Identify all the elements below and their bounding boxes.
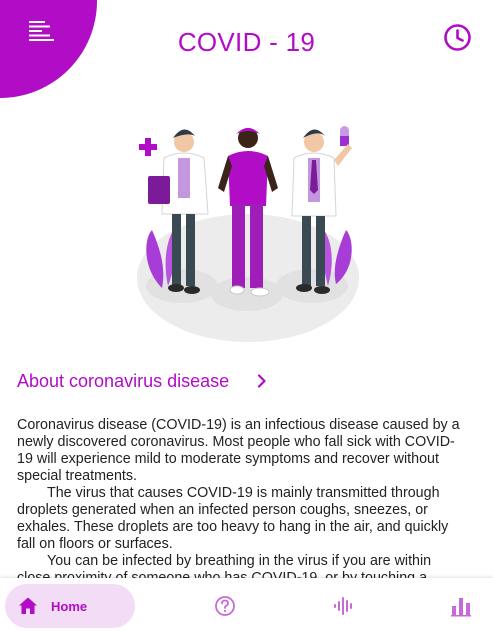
about-coronavirus-link[interactable]: About coronavirus disease xyxy=(17,368,269,394)
home-icon xyxy=(19,597,37,614)
article-paragraph-2: The virus that causes COVID-19 is mainly… xyxy=(17,485,449,552)
nav-home-button[interactable]: Home xyxy=(5,584,135,628)
chevron-right-icon[interactable] xyxy=(255,374,269,388)
doctors-illustration xyxy=(137,126,359,342)
clock-icon[interactable] xyxy=(443,23,472,52)
article-paragraph-1: Coronavirus disease (COVID-19) is an inf… xyxy=(17,417,460,484)
bar-chart-icon[interactable] xyxy=(450,595,472,617)
section-title: About coronavirus disease xyxy=(17,370,230,391)
page-title: COVID - 19 xyxy=(177,27,316,57)
article-body: Coronavirus disease (COVID-19) is an inf… xyxy=(17,417,467,578)
help-circle-icon[interactable] xyxy=(214,595,236,617)
bottom-navigation: Home xyxy=(0,578,493,631)
audio-wave-icon[interactable] xyxy=(332,595,354,617)
article-paragraph-3: You can be infected by breathing in the … xyxy=(17,553,432,578)
nav-home-label: Home xyxy=(51,598,88,614)
